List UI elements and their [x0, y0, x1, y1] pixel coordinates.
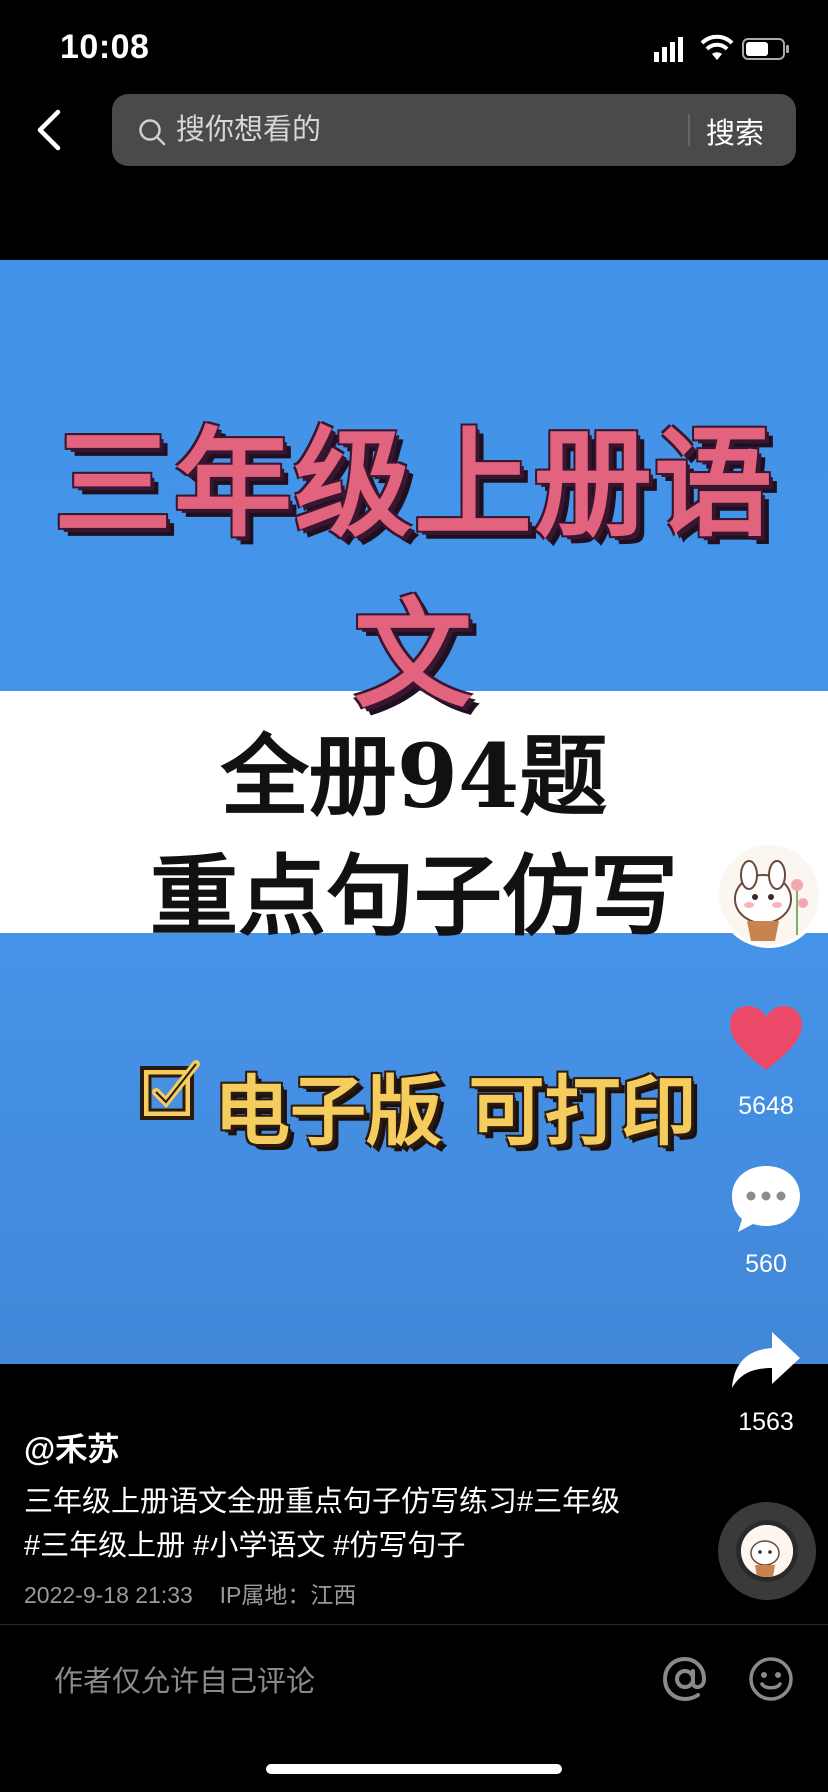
post-ip-location: IP属地：江西: [219, 1582, 357, 1608]
comment-input[interactable]: [54, 1660, 614, 1704]
like-count: 5648: [738, 1092, 794, 1120]
cover-title: 三年级上册语文: [53, 414, 774, 724]
battery-icon: [742, 38, 789, 60]
share-icon[interactable]: [730, 1330, 802, 1392]
post-meta: 2022-9-18 21:33 IP属地：江西: [24, 1576, 356, 1610]
comment-count: 560: [745, 1250, 787, 1278]
heart-icon[interactable]: [730, 1006, 802, 1072]
wifi-icon: [700, 34, 734, 60]
home-indicator: [266, 1764, 562, 1774]
post-date: 2022-9-18 21:33: [24, 1582, 193, 1608]
post-description: 三年级上册语文全册重点句子仿写练习#三年级 #三年级上册 #小学语文 #仿写句子: [24, 1486, 621, 1562]
chevron-left-icon[interactable]: [30, 106, 70, 154]
cover-subtitle-1: 全册94题: [220, 724, 608, 828]
bottom-divider: [0, 1624, 828, 1625]
avatar-image: [719, 845, 819, 945]
search-button[interactable]: 搜索: [706, 110, 764, 152]
cover-badge: 电子版 可打印: [214, 1067, 697, 1156]
author-name[interactable]: @禾苏: [24, 1424, 119, 1470]
author-avatar[interactable]: [716, 842, 822, 948]
at-icon[interactable]: [660, 1654, 710, 1704]
search-divider: [688, 114, 690, 146]
search-icon: [139, 119, 166, 146]
share-count: 1563: [738, 1408, 794, 1436]
music-cover-image: [741, 1525, 793, 1577]
search-input[interactable]: [176, 110, 676, 150]
music-cover: [741, 1525, 793, 1577]
cover-subtitle-2: 重点句子仿写: [149, 844, 678, 948]
music-disc[interactable]: [718, 1502, 816, 1600]
emoji-icon[interactable]: [748, 1656, 794, 1702]
status-time: 10:08: [60, 28, 150, 66]
checkbox-icon: [140, 1060, 200, 1120]
comment-icon[interactable]: [730, 1164, 802, 1234]
signal-icon: [654, 37, 683, 62]
